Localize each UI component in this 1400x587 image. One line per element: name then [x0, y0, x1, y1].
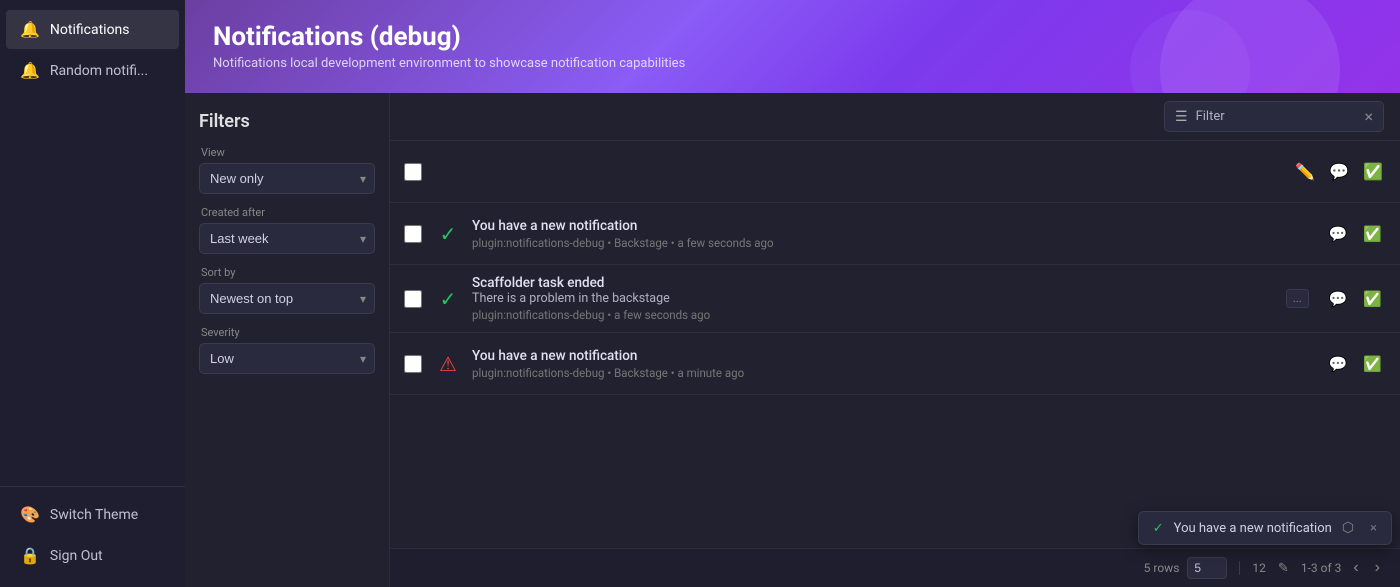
severity-label: Severity	[199, 326, 375, 339]
row-checkbox-2[interactable]	[404, 290, 422, 308]
filter-icon: ☰	[1175, 109, 1188, 125]
view-filter-group: View New only All Read	[199, 146, 375, 194]
table-row[interactable]: ✓ Scaffolder task ended There is a probl…	[390, 265, 1400, 333]
page-subtitle: Notifications local development environm…	[213, 56, 1372, 71]
filter-bar-inner: ☰ Filter ×	[1164, 101, 1384, 132]
rows-per-page-label: 5 rows	[1144, 561, 1180, 575]
notif-actions-3: 💬 ✅	[1325, 351, 1386, 377]
check-icon-2: ✓	[440, 287, 457, 311]
filters-panel: Filters View New only All Read Created a…	[185, 93, 390, 587]
sort-by-select-wrapper: Newest on top Oldest on top	[199, 283, 375, 314]
table-row[interactable]: ✓ You have a new notification plugin:not…	[390, 203, 1400, 265]
notif-meta-3: plugin:notifications-debug • Backstage •…	[472, 366, 1315, 380]
page-title: Notifications (debug)	[213, 22, 1372, 52]
created-after-label: Created after	[199, 206, 375, 219]
notif-title-2: Scaffolder task ended	[472, 275, 1276, 291]
sign-out-label: Sign Out	[50, 548, 103, 564]
snackbar-check-icon: ✓	[1153, 521, 1164, 536]
created-after-select-wrapper: Last week Last month Last year All time	[199, 223, 375, 254]
snooze-button-1[interactable]: 💬	[1325, 221, 1352, 247]
sidebar-nav: 🔔 Notifications 🔔 Random notifi...	[0, 0, 185, 486]
snackbar-close-button[interactable]: ×	[1370, 521, 1377, 536]
bell-icon: 🔔	[20, 20, 40, 39]
done-button-1[interactable]: ✅	[1359, 221, 1386, 247]
sort-by-filter-group: Sort by Newest on top Oldest on top	[199, 266, 375, 314]
sidebar-item-switch-theme[interactable]: 🎨 Switch Theme	[6, 495, 179, 534]
snooze-button-3[interactable]: 💬	[1325, 351, 1352, 377]
mark-read-header-button[interactable]: ✏️	[1292, 159, 1318, 185]
notif-meta-1: plugin:notifications-debug • Backstage •…	[472, 236, 1315, 250]
notifications-table: ✏️ 💬 ✅ ✓ You have a new notification plu…	[390, 141, 1400, 548]
sidebar-item-label: Notifications	[50, 22, 130, 38]
notif-subtitle-2: There is a problem in the backstage	[472, 291, 1276, 306]
notif-body-1: You have a new notification plugin:notif…	[472, 218, 1315, 250]
notif-icon-3: ⚠	[434, 352, 462, 376]
sidebar-item-notifications[interactable]: 🔔 Notifications	[6, 10, 179, 49]
view-select-wrapper: New only All Read	[199, 163, 375, 194]
filter-bar-label: Filter	[1196, 109, 1225, 124]
notifications-list: ☰ Filter × ✏️ 💬 ✅	[390, 93, 1400, 587]
prev-page-button[interactable]: ‹	[1349, 557, 1362, 579]
notif-meta-2: plugin:notifications-debug • a few secon…	[472, 308, 1276, 322]
created-after-select[interactable]: Last week Last month Last year All time	[199, 223, 375, 254]
snooze-header-button[interactable]: 💬	[1326, 159, 1352, 185]
theme-icon: 🎨	[20, 505, 40, 524]
severity-filter-group: Severity Low Medium High Critical	[199, 326, 375, 374]
severity-select[interactable]: Low Medium High Critical	[199, 343, 375, 374]
snackbar: ✓ You have a new notification ⬡ ×	[1138, 511, 1392, 545]
notif-actions-2: ... 💬 ✅	[1286, 286, 1386, 312]
sidebar-item-sign-out[interactable]: 🔒 Sign Out	[6, 536, 179, 575]
sort-by-label: Sort by	[199, 266, 375, 279]
rows-per-page-select[interactable]: 5 10 25	[1187, 557, 1227, 579]
snackbar-text: You have a new notification	[1174, 521, 1332, 536]
view-filter-label: View	[199, 146, 375, 159]
empty-row	[390, 395, 1400, 455]
notif-title-3: You have a new notification	[472, 348, 1315, 364]
page-range: 1-3 of 3	[1301, 561, 1342, 575]
row-checkbox-3[interactable]	[404, 355, 422, 373]
table-row[interactable]: ⚠ You have a new notification plugin:not…	[390, 333, 1400, 395]
content-area: Filters View New only All Read Created a…	[185, 93, 1400, 587]
sidebar-bottom: 🎨 Switch Theme 🔒 Sign Out	[0, 486, 185, 587]
filter-close-button[interactable]: ×	[1364, 107, 1373, 126]
snooze-button-2[interactable]: 💬	[1325, 286, 1352, 312]
severity-select-wrapper: Low Medium High Critical	[199, 343, 375, 374]
done-button-3[interactable]: ✅	[1359, 351, 1386, 377]
main-area: Notifications (debug) Notifications loca…	[185, 0, 1400, 587]
row-checkbox-1[interactable]	[404, 225, 422, 243]
snackbar-external-icon[interactable]: ⬡	[1342, 520, 1354, 536]
view-select[interactable]: New only All Read	[199, 163, 375, 194]
page-size-indicator: 12	[1252, 561, 1266, 575]
check-icon-1: ✓	[440, 222, 457, 246]
notif-actions-1: 💬 ✅	[1325, 221, 1386, 247]
notif-body-2: Scaffolder task ended There is a problem…	[472, 275, 1276, 322]
alert-icon-3: ⚠	[439, 352, 457, 376]
created-after-filter-group: Created after Last week Last month Last …	[199, 206, 375, 254]
next-page-button[interactable]: ›	[1371, 557, 1384, 579]
bell-icon-2: 🔔	[20, 61, 40, 80]
sidebar-item-label-2: Random notifi...	[50, 63, 148, 79]
table-header-row: ✏️ 💬 ✅	[390, 141, 1400, 203]
sort-by-select[interactable]: Newest on top Oldest on top	[199, 283, 375, 314]
select-all-checkbox[interactable]	[404, 163, 422, 181]
notif-icon-2: ✓	[434, 287, 462, 311]
pagination-bar: 5 rows 5 10 25 12 ✎ 1-3 of 3 ‹ › ✓ Y	[390, 548, 1400, 587]
done-button-2[interactable]: ✅	[1359, 286, 1386, 312]
notif-title-1: You have a new notification	[472, 218, 1315, 234]
switch-theme-label: Switch Theme	[50, 507, 138, 523]
page-header: Notifications (debug) Notifications loca…	[185, 0, 1400, 93]
notif-icon-1: ✓	[434, 222, 462, 246]
lock-icon: 🔒	[20, 546, 40, 565]
edit-page-button[interactable]: ✎	[1274, 558, 1293, 578]
sidebar: 🔔 Notifications 🔔 Random notifi... 🎨 Swi…	[0, 0, 185, 587]
tag-badge-2: ...	[1286, 289, 1309, 308]
filter-bar: ☰ Filter ×	[390, 93, 1400, 141]
done-header-button[interactable]: ✅	[1360, 159, 1386, 185]
header-actions: ✏️ 💬 ✅	[1292, 159, 1386, 185]
filters-title: Filters	[199, 111, 375, 132]
notif-body-3: You have a new notification plugin:notif…	[472, 348, 1315, 380]
sidebar-item-random[interactable]: 🔔 Random notifi...	[6, 51, 179, 90]
